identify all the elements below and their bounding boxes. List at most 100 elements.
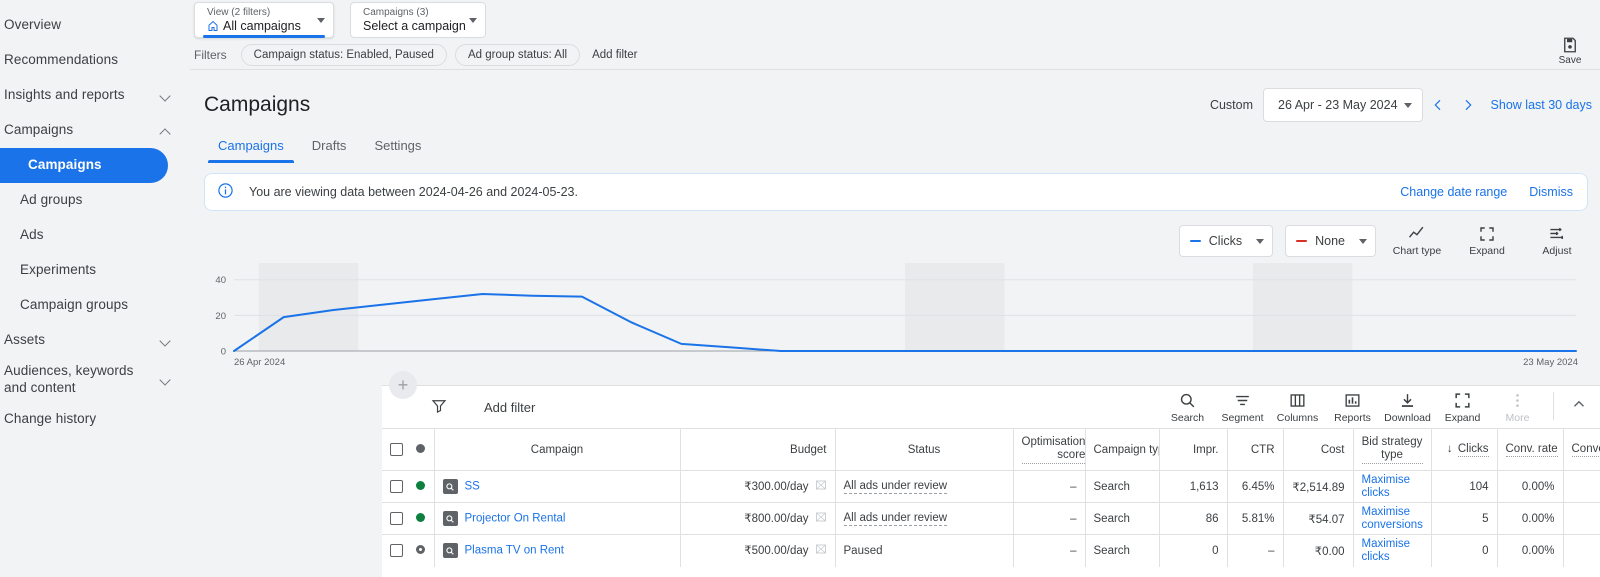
sidebar-item-ad-groups[interactable]: Ad groups — [0, 183, 190, 218]
chevron-down-icon[interactable] — [158, 372, 174, 388]
col-header-campaign_type[interactable]: Campaign type — [1084, 428, 1159, 471]
cell-status_dot — [408, 502, 434, 535]
sidebar-item-campaign-groups[interactable]: Campaign groups — [0, 288, 190, 323]
secondary-metric-selector[interactable]: None — [1285, 225, 1376, 257]
table-action-reports[interactable]: Reports — [1325, 391, 1380, 424]
sidebar-item-change-history[interactable]: Change history — [0, 402, 190, 437]
add-chart-metric-fab[interactable]: + — [389, 371, 417, 399]
sidebar-item-overview[interactable]: Overview — [0, 8, 190, 43]
date-range-picker[interactable]: 26 Apr - 23 May 2024 — [1263, 88, 1423, 122]
col-header-cost[interactable]: Cost — [1282, 428, 1353, 471]
filter-funnel-icon[interactable] — [430, 397, 448, 420]
table-action-expand[interactable]: Expand — [1435, 391, 1490, 424]
sidebar-item-experiments[interactable]: Experiments — [0, 253, 190, 288]
budget-value[interactable]: ₹800.00/day — [744, 513, 808, 525]
table-action-download[interactable]: Download — [1380, 391, 1435, 424]
chart-type-icon — [1408, 226, 1424, 238]
col-header-checkbox[interactable] — [382, 428, 408, 471]
campaign-name-link[interactable]: Projector On Rental — [465, 513, 566, 525]
chevron-up-icon[interactable] — [158, 123, 174, 139]
col-header-conv_rate[interactable]: Conv. rate — [1496, 428, 1563, 471]
tab-settings[interactable]: Settings — [360, 132, 435, 163]
chevron-down-icon[interactable] — [158, 333, 174, 349]
col-header-status[interactable]: Status — [834, 428, 1013, 471]
budget-value[interactable]: ₹500.00/day — [744, 545, 808, 557]
cell-checkbox[interactable] — [382, 534, 408, 567]
col-header-clicks[interactable]: ↓ Clicks — [1430, 428, 1497, 471]
chevron-down-icon — [1403, 102, 1412, 108]
change-date-range-link[interactable]: Change date range — [1400, 185, 1507, 199]
chart-adjust-button[interactable]: Adjust — [1528, 224, 1586, 257]
chart-expand-button[interactable]: Expand — [1458, 225, 1516, 257]
next-period-button[interactable] — [1453, 90, 1483, 120]
dismiss-banner-link[interactable]: Dismiss — [1529, 185, 1573, 199]
sidebar-item-audiences-keywords-and-content[interactable]: Audiences, keywords and content — [0, 358, 190, 402]
budget-forecast-unavailable-icon — [815, 480, 827, 494]
col-header-status_dot[interactable] — [408, 428, 434, 471]
table-action-more[interactable]: More — [1490, 391, 1545, 424]
table-row[interactable]: Projector On Rental ₹800.00/day All ads un… — [382, 502, 1600, 535]
campaign-selector[interactable]: Campaigns (3) Select a campaign — [350, 2, 486, 38]
col-header-conversions[interactable]: Conversions — [1562, 428, 1600, 471]
sidebar-item-campaigns[interactable]: Campaigns — [0, 148, 168, 183]
row-checkbox[interactable] — [390, 512, 403, 525]
sidebar-item-assets[interactable]: Assets — [0, 323, 190, 358]
table-row[interactable]: SS ₹300.00/day All ads under review – Search… — [382, 470, 1600, 503]
cell-campaign[interactable]: SS — [433, 470, 680, 503]
col-header-optimisation_score[interactable]: Optimisation score — [1012, 428, 1085, 471]
save-button[interactable]: Save — [1548, 36, 1592, 66]
collapse-chart-button[interactable] — [1566, 395, 1592, 419]
bid-strategy-link[interactable]: Maximise clicks — [1362, 538, 1411, 563]
home-icon — [207, 20, 219, 32]
bid-strategy-link[interactable]: Maximise clicks — [1362, 474, 1411, 499]
view-selector[interactable]: View (2 filters) All campaigns — [194, 2, 334, 38]
table-add-filter[interactable]: Add filter — [484, 400, 535, 415]
search-campaign-type-icon — [442, 543, 458, 559]
budget-value[interactable]: ₹300.00/day — [744, 481, 808, 493]
table-row[interactable]: Plasma TV on Rent ₹500.00/day Paused – Searc… — [382, 534, 1600, 567]
show-last-30-days-link[interactable]: Show last 30 days — [1491, 98, 1592, 112]
col-header-campaign[interactable]: Campaign — [433, 428, 680, 471]
chart-type-button[interactable]: Chart type — [1388, 223, 1446, 257]
col-header-ctr[interactable]: CTR — [1226, 428, 1283, 471]
cell-conv_rate: 0.00% — [1496, 502, 1563, 535]
table-action-label: Reports — [1334, 411, 1371, 424]
row-checkbox[interactable] — [390, 544, 403, 558]
sidebar-item-recommendations[interactable]: Recommendations — [0, 43, 190, 78]
cell-cost: ₹2,514.89 — [1282, 470, 1353, 503]
bid-strategy-link[interactable]: Maximise conversions — [1362, 506, 1423, 531]
table-action-columns[interactable]: Columns — [1270, 391, 1325, 424]
cell-campaign[interactable]: Projector On Rental — [433, 502, 680, 535]
campaign-name-link[interactable]: SS — [465, 481, 480, 493]
sidebar-nav-list: Overview Recommendations Insights and repo… — [0, 8, 190, 437]
cell-campaign[interactable]: Plasma TV on Rent — [433, 534, 680, 567]
table-action-segment[interactable]: Segment — [1215, 391, 1270, 424]
clicks-chart: 0 20 40 26 Apr 2024 23 May 2024 — [190, 259, 1586, 371]
col-header-budget[interactable]: Budget — [679, 428, 835, 471]
cell-checkbox[interactable] — [382, 470, 408, 503]
previous-period-button[interactable] — [1423, 90, 1453, 120]
sidebar-item-insights-and-reports[interactable]: Insights and reports — [0, 78, 190, 113]
row-checkbox[interactable] — [390, 480, 403, 493]
sidebar-item-ads[interactable]: Ads — [0, 218, 190, 253]
tab-campaigns[interactable]: Campaigns — [204, 132, 298, 163]
optimisation_score-value: – — [1070, 512, 1077, 525]
campaign-name-link[interactable]: Plasma TV on Rent — [465, 545, 565, 557]
add-filter-link[interactable]: Add filter — [592, 49, 637, 61]
select-all-checkbox[interactable] — [390, 443, 403, 456]
cell-checkbox[interactable] — [382, 502, 408, 535]
chevron-down-icon[interactable] — [158, 88, 174, 104]
filter-chip-adgroup-status[interactable]: Ad group status: All — [454, 43, 581, 66]
primary-metric-selector[interactable]: Clicks — [1178, 225, 1274, 257]
col-header-impr[interactable]: Impr. — [1158, 428, 1227, 471]
filter-chip-campaign-status[interactable]: Campaign status: Enabled, Paused — [240, 43, 447, 66]
table-action-search[interactable]: Search — [1160, 391, 1215, 424]
filters-label: Filters — [194, 47, 227, 62]
view-selector-value: All campaigns — [223, 18, 301, 33]
sidebar-item-campaigns[interactable]: Campaigns — [0, 113, 190, 148]
col-header-bid_strategy_type[interactable]: Bid strategy type — [1352, 428, 1431, 471]
cost-value: ₹2,514.89 — [1292, 481, 1345, 494]
chart-x-end-label: 23 May 2024 — [1523, 357, 1578, 368]
tab-drafts[interactable]: Drafts — [298, 132, 361, 163]
col-header-label: Clicks — [1457, 442, 1489, 457]
